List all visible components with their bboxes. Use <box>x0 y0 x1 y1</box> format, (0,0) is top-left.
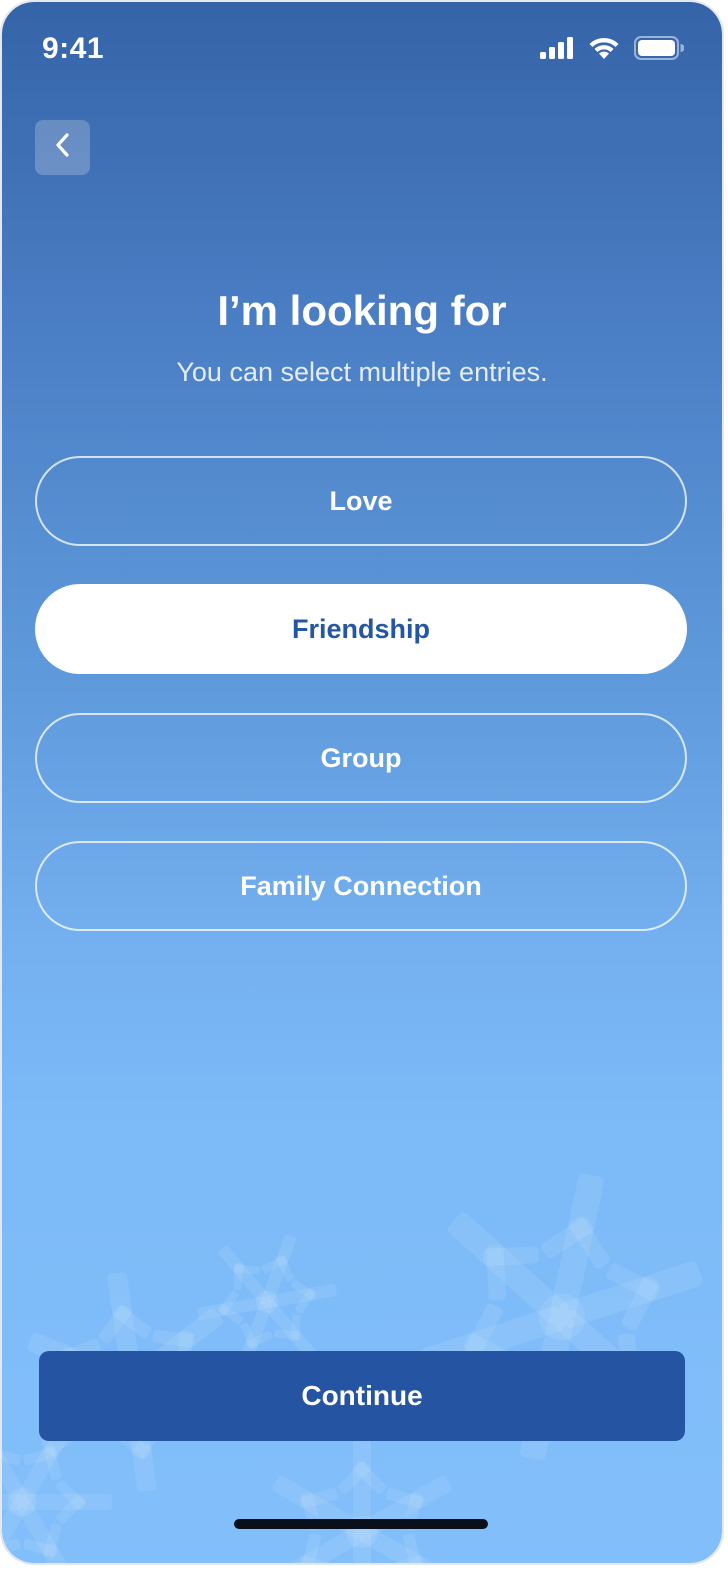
battery-icon <box>634 36 685 65</box>
home-indicator[interactable] <box>234 1519 488 1529</box>
option-friendship[interactable]: Friendship <box>35 584 687 674</box>
status-time: 9:41 <box>42 32 105 65</box>
back-button[interactable] <box>35 120 90 175</box>
option-label: Friendship <box>291 613 430 644</box>
page-title: I’m looking for <box>217 287 507 334</box>
option-group[interactable]: Group <box>35 713 687 803</box>
wifi-icon <box>588 36 620 65</box>
option-label: Love <box>329 485 393 516</box>
chevron-left-icon <box>53 131 73 164</box>
option-love[interactable]: Love <box>35 456 687 546</box>
status-icons <box>540 36 685 65</box>
option-label: Family Connection <box>240 870 482 901</box>
continue-button[interactable]: Continue <box>39 1351 685 1441</box>
status-bar: 9:41 <box>2 2 722 102</box>
option-family-connection[interactable]: Family Connection <box>35 841 687 931</box>
screen: 9:41 I’m looking for You can select mult… <box>2 2 722 1563</box>
continue-label: Continue <box>301 1380 423 1411</box>
option-label: Group <box>320 742 402 773</box>
cellular-signal-icon <box>540 37 574 64</box>
page-subtitle: You can select multiple entries. <box>176 357 548 387</box>
